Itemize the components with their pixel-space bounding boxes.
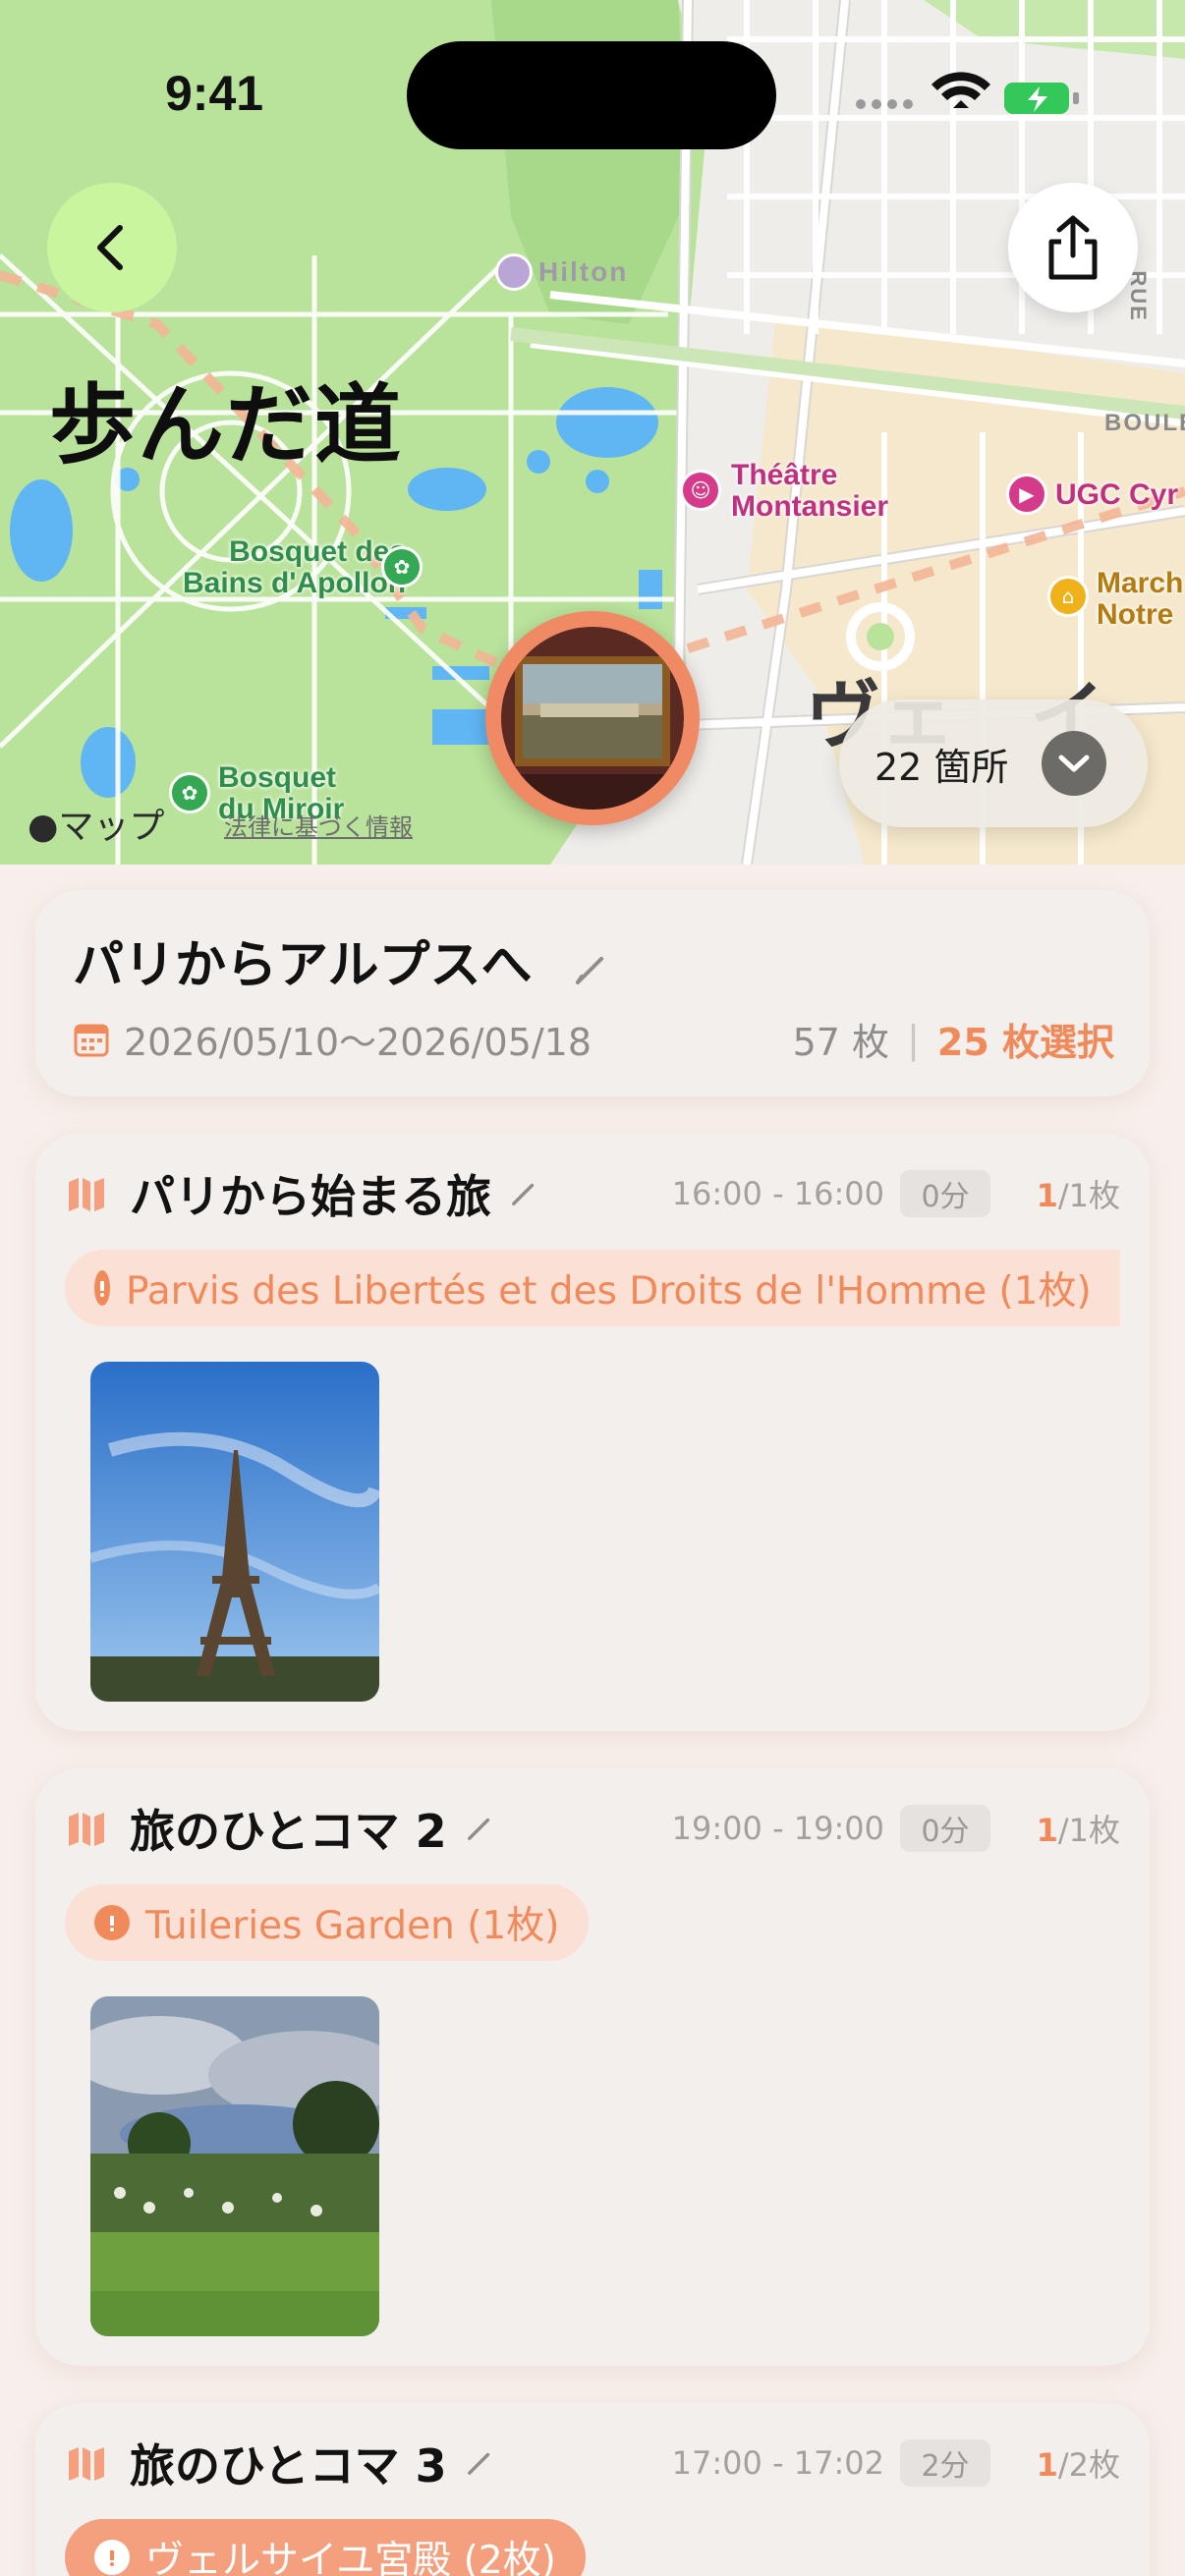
places-count-chip[interactable]: 22 箇所: [839, 700, 1148, 827]
trip-dates: 2026/05/10〜2026/05/18: [73, 1012, 592, 1066]
garden-icon[interactable]: ✿: [381, 546, 423, 588]
cinema-icon[interactable]: ▶: [1006, 474, 1047, 515]
trip-title-text: パリからアルプスへ: [73, 936, 533, 995]
section-time: 19:00 - 19:00: [671, 1810, 884, 1847]
garden-icon[interactable]: ✿: [169, 772, 210, 813]
chevron-left-icon: [97, 225, 123, 270]
map-label-line: Montansier: [731, 489, 889, 523]
count-separator: |: [907, 1017, 920, 1061]
location-name: Parvis des Libertés et des Droits de l'H…: [126, 1269, 1092, 1314]
photo-map-pin[interactable]: [485, 611, 700, 825]
section-card[interactable]: 旅のひとコマ 2 19:00 - 19:00 0分 1/1枚 Tuileries…: [35, 1768, 1150, 2366]
painting-thumbnail: [501, 627, 684, 810]
map-label-line: March: [1097, 567, 1184, 599]
calendar-icon: [74, 1024, 109, 1056]
trip-title[interactable]: パリからアルプスへ: [73, 924, 611, 997]
location-name: ヴェルサイユ宮殿 (2枚): [145, 2539, 556, 2576]
map-icon: [69, 1813, 104, 1846]
section-photo-count: 1/1枚: [1037, 1171, 1120, 1216]
map-icon: [69, 2447, 104, 2481]
map-label-marche: March Notre: [1097, 568, 1183, 630]
signal-icon: [856, 99, 913, 109]
location-pin-icon: [94, 2540, 130, 2575]
map-label-line: Bosquet des: [229, 535, 407, 568]
legal-link[interactable]: 法律に基づく情報: [224, 808, 413, 842]
photo-thumbnail[interactable]: [90, 1362, 379, 1702]
pencil-icon[interactable]: [507, 1177, 540, 1210]
section-title: 旅のひとコマ 3: [130, 2439, 447, 2492]
map-label-ugc: UGC Cyr: [1055, 478, 1179, 511]
pencil-icon[interactable]: [572, 949, 611, 988]
total-photos: 57 枚: [792, 1021, 890, 1064]
section-duration: 0分: [900, 1805, 990, 1852]
section-total-count: /1枚: [1057, 1177, 1120, 1214]
section-card[interactable]: パリから始まる旅 16:00 - 16:00 0分 1/1枚 Parvis de…: [35, 1134, 1150, 1731]
map-label-hilton: Hilton: [538, 256, 629, 287]
map-label-line: Notre: [1097, 597, 1174, 631]
location-chip[interactable]: ヴェルサイユ宮殿 (2枚): [65, 2519, 586, 2576]
map-label-boulevard: BOULE: [1104, 410, 1185, 436]
location-name: Tuileries Garden (1枚): [145, 1904, 560, 1948]
pencil-icon[interactable]: [463, 1812, 496, 1845]
location-chip[interactable]: Tuileries Garden (1枚): [65, 1884, 590, 1961]
location-pin-icon: [94, 1270, 110, 1306]
garden-photo: [90, 1996, 379, 2336]
section-header: 旅のひとコマ 3 17:00 - 17:02 2分 1/2枚: [65, 2429, 1120, 2497]
section-photo-count: 1/2枚: [1037, 2440, 1120, 2486]
section-time: 16:00 - 16:00: [671, 1175, 884, 1212]
map-label-line: Bosquet: [218, 761, 336, 794]
section-photo-count: 1/1枚: [1037, 1806, 1120, 1851]
section-header: 旅のひとコマ 2 19:00 - 19:00 0分 1/1枚: [65, 1794, 1120, 1863]
back-button[interactable]: [47, 183, 177, 312]
hotel-icon: [495, 253, 533, 291]
places-count: 22 箇所: [875, 745, 1009, 789]
share-icon: [1048, 215, 1098, 280]
eiffel-tower-photo: [90, 1362, 379, 1702]
trip-date-range: 2026/05/10〜2026/05/18: [124, 1021, 592, 1064]
section-header: パリから始まる旅 16:00 - 16:00 0分 1/1枚: [65, 1159, 1120, 1228]
selected-photos[interactable]: 25 枚選択: [937, 1012, 1114, 1066]
wifi-icon: [931, 72, 990, 108]
photo-counts: 57 枚 | 25 枚選択: [793, 1012, 1114, 1066]
section-duration: 0分: [900, 1170, 990, 1217]
map-view[interactable]: Hilton Bosquet des Bains d'Apollon ✿ Bos…: [0, 0, 1185, 865]
map-label-line: Théâtre: [731, 459, 838, 491]
section-selected-count: 1: [1036, 1177, 1058, 1214]
page-title: 歩んだ道: [49, 374, 404, 476]
map-label-theatre: Théâtre Montansier: [731, 460, 888, 522]
location-chip[interactable]: Parvis des Libertés et des Droits de l'H…: [65, 1250, 1120, 1326]
section-total-count: /2枚: [1057, 2446, 1120, 2484]
maps-attribution-text: マップ: [58, 807, 165, 847]
photo-thumbnail[interactable]: [90, 1996, 379, 2336]
trip-summary-card[interactable]: パリからアルプスへ 2026/05/10〜2026/05/18 57 枚 | 2…: [35, 890, 1150, 1096]
map-icon: [69, 1178, 104, 1211]
section-title: パリから始まる旅: [130, 1170, 491, 1223]
section-selected-count: 1: [1036, 1812, 1058, 1849]
status-icons: [856, 72, 1079, 114]
section-duration: 2分: [900, 2439, 990, 2487]
map-label-bosquet-bains: Bosquet des Bains d'Apollon: [183, 536, 406, 598]
section-card[interactable]: 旅のひとコマ 3 17:00 - 17:02 2分 1/2枚 ヴェルサイユ宮殿 …: [35, 2403, 1150, 2576]
dynamic-island: [407, 41, 776, 149]
theater-icon[interactable]: ☺: [680, 470, 721, 511]
share-button[interactable]: [1008, 183, 1138, 312]
section-time: 17:00 - 17:02: [671, 2444, 884, 2482]
maps-attribution[interactable]: ●マップ: [28, 798, 164, 849]
section-title: 旅のひとコマ 2: [130, 1805, 447, 1858]
status-time: 9:41: [165, 66, 264, 121]
chevron-down-icon: [1042, 731, 1106, 796]
market-icon[interactable]: ⌂: [1047, 576, 1089, 617]
section-selected-count: 1: [1036, 2446, 1058, 2484]
battery-icon: [1004, 83, 1079, 114]
map-label-line: Bains d'Apollon: [183, 566, 407, 599]
apple-logo-icon: ●: [28, 807, 59, 847]
content-sheet[interactable]: パリからアルプスへ 2026/05/10〜2026/05/18 57 枚 | 2…: [0, 865, 1185, 2576]
location-pin-icon: [94, 1905, 130, 1940]
section-total-count: /1枚: [1057, 1812, 1120, 1849]
pencil-icon[interactable]: [463, 2446, 496, 2480]
